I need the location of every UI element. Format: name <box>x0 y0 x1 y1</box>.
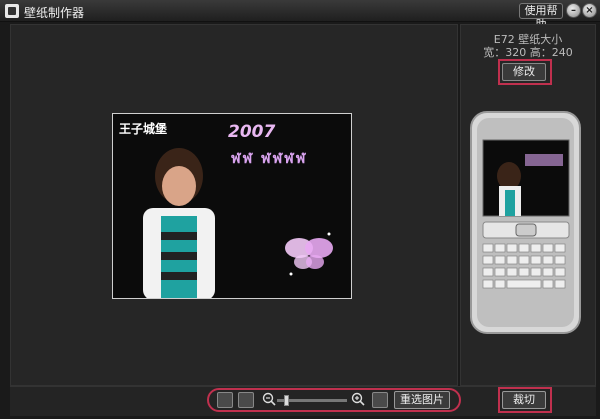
photo-logo: 王子城堡 <box>119 122 168 136</box>
zoom-out-icon[interactable] <box>262 392 276 406</box>
crop-button[interactable]: 裁切 <box>502 391 546 409</box>
zoom-in-icon[interactable] <box>351 392 365 406</box>
reselect-image-button[interactable]: 重选图片 <box>394 391 450 409</box>
wallpaper-size-label: 宽：320 高：240 <box>483 46 573 59</box>
wallpaper-image[interactable]: 王子城堡 2007 ฬฬ ฬฬฬฬ <box>112 113 352 299</box>
butterfly-icon <box>285 232 333 276</box>
window-title: 壁纸制作器 <box>24 6 85 20</box>
title-bar: 壁纸制作器 使用帮助 – × <box>0 0 600 31</box>
app-icon <box>5 4 19 18</box>
zoom-slider-thumb[interactable] <box>283 395 289 406</box>
minimize-icon[interactable]: – <box>566 3 581 18</box>
phone-icon <box>470 111 581 334</box>
modify-button[interactable]: 修改 <box>502 63 546 81</box>
fit-width-button[interactable] <box>217 392 233 408</box>
help-button[interactable]: 使用帮助 <box>519 3 563 31</box>
close-icon[interactable]: × <box>582 3 597 18</box>
zoom-slider[interactable] <box>277 395 347 406</box>
fit-page-button[interactable] <box>238 392 254 408</box>
photo-year: 2007 <box>228 122 276 142</box>
person-figure-icon <box>143 148 215 298</box>
rotate-button[interactable] <box>372 392 388 408</box>
photo-decor-text: ฬฬ ฬฬฬฬ <box>231 151 308 167</box>
